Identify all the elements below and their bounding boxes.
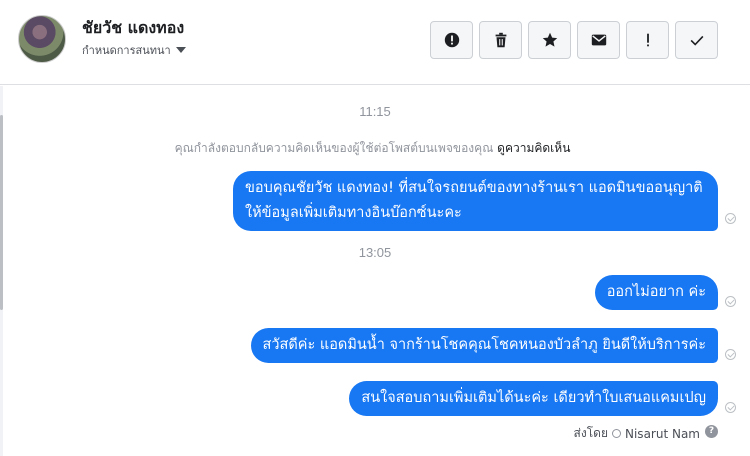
sender-name[interactable]: Nisarut Nam [625, 427, 700, 441]
timestamp: 11:15 [359, 104, 391, 119]
assign-conversation-dropdown[interactable]: กำหนดการสนทนา [82, 41, 186, 59]
system-message: คุณกำลังตอบกลับความคิดเห็นของผู้ใช้ต่อโพ… [174, 141, 494, 155]
mark-spam-button[interactable] [430, 21, 473, 59]
system-notice: คุณกำลังตอบกลับความคิดเห็นของผู้ใช้ต่อโพ… [0, 139, 745, 158]
message-bubble: สนใจสอบถามเพิ่มเติมได้นะค่ะ เดียวทำใบเสน… [349, 381, 718, 416]
follow-up-button[interactable] [626, 21, 669, 59]
view-comment-link[interactable]: ดูความคิดเห็น [497, 141, 570, 155]
mark-unread-button[interactable] [577, 21, 620, 59]
mark-done-button[interactable] [675, 21, 718, 59]
delivered-check-icon [725, 349, 736, 360]
contact-avatar[interactable] [18, 15, 66, 63]
header-actions [430, 21, 718, 59]
alert-circle-icon [444, 32, 459, 48]
star-button[interactable] [528, 21, 571, 59]
conversation-header: ชัยวัช แดงทอง กำหนดการสนทนา [0, 0, 750, 85]
delivered-check-icon [725, 402, 736, 413]
trash-icon [495, 32, 506, 48]
sender-badge-icon [612, 429, 621, 438]
sent-by-label: ส่งโดย [573, 426, 608, 440]
message-bubble: ออกไม่อยาก ค่ะ [594, 275, 718, 310]
delivered-check-icon [725, 213, 736, 224]
checkmark-icon [690, 35, 703, 46]
contact-name[interactable]: ชัยวัช แดงทอง [82, 16, 184, 41]
message-bubble: สวัสดีค่ะ แอดมินน้ำ จากร้านโชคคุณโชคหนอง… [250, 328, 718, 363]
exclamation-icon [646, 33, 649, 47]
delete-button[interactable] [479, 21, 522, 59]
star-icon [542, 32, 557, 47]
delivered-check-icon [725, 296, 736, 307]
caret-down-icon [175, 47, 186, 53]
timestamp: 13:05 [358, 245, 392, 260]
assign-label: กำหนดการสนทนา [82, 44, 171, 57]
message-bubble: ขอบคุณชัยวัช แดงทอง! ที่สนใจรถยนต์ของทาง… [233, 171, 718, 231]
mail-icon [591, 34, 606, 46]
help-icon[interactable]: ? [705, 425, 718, 438]
sent-by-info: ส่งโดย Nisarut Nam [574, 424, 700, 443]
